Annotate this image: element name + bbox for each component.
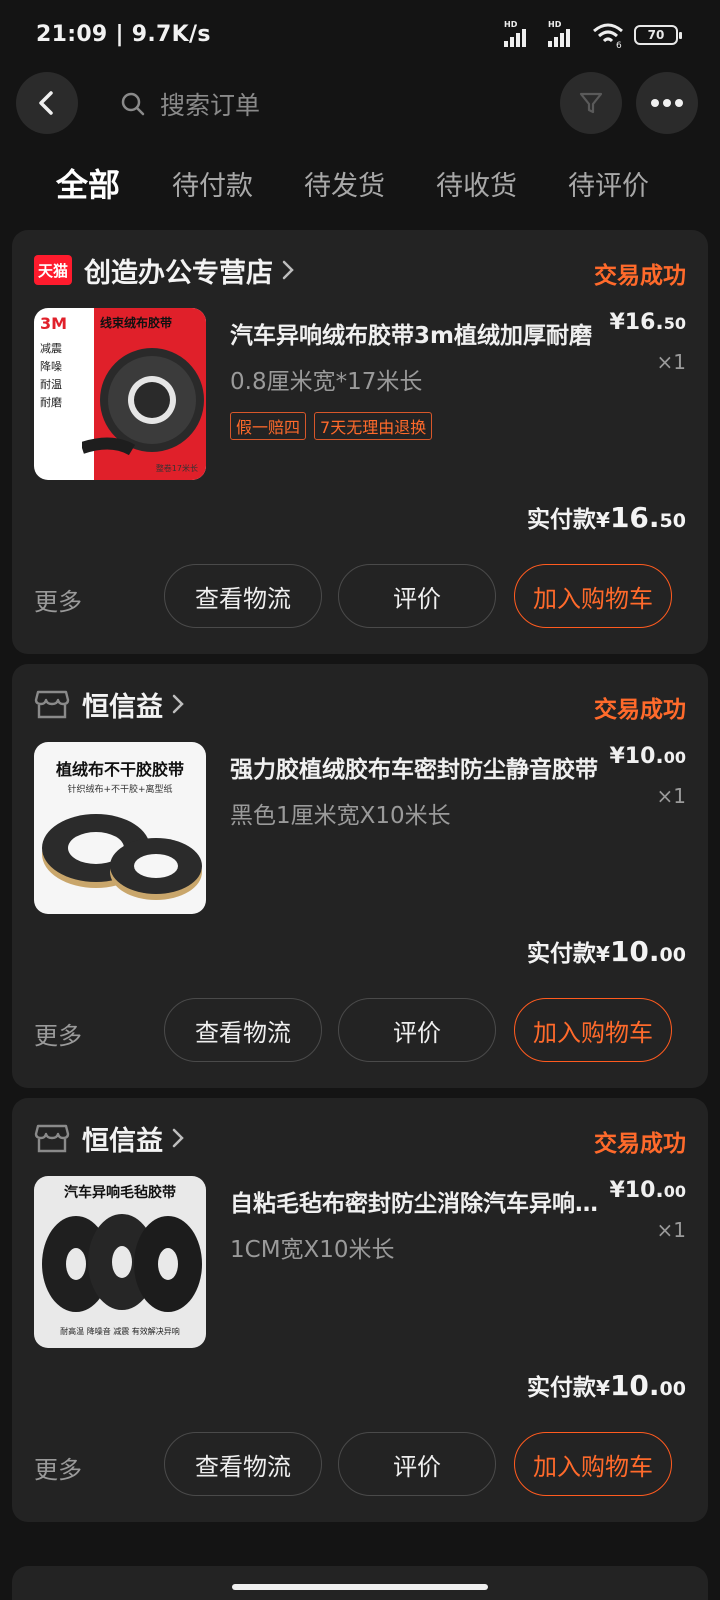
more-dots-icon [651,99,683,107]
tape-roll-graphic [42,1214,202,1312]
view-logistics-button[interactable]: 查看物流 [164,998,322,1062]
store-name: 创造办公专营店 [84,257,273,289]
wifi-icon: 6 [593,23,623,48]
product-image[interactable]: 汽车异响毛毡胶带 耐高温 降噪音 减震 有效解决异响 [34,1176,206,1348]
search-input[interactable]: 搜索订单 [120,86,540,122]
paid-amount: 实付款 ¥10. 00 [527,1369,686,1402]
store-link[interactable]: 天猫 创造办公专营店 [34,250,295,290]
view-logistics-button[interactable]: 查看物流 [164,564,322,628]
order-status: 交易成功 [594,263,686,289]
product-title[interactable]: 汽车异响绒布胶带3m植绒加厚耐磨 [230,316,610,350]
add-to-cart-button[interactable]: 加入购物车 [514,1432,672,1496]
product-spec: 1CM宽X10米长 [230,1237,395,1263]
tab-all[interactable]: 全部 [56,160,120,206]
product-image[interactable]: 植绒布不干胶胶带 针织绒布+不干胶+离型纸 [34,742,206,914]
status-icons: HD HD 6 70 [504,20,682,48]
product-title[interactable]: 自粘毛毡布密封防尘消除汽车异响胶带 [230,1184,610,1218]
store-link[interactable]: 恒信益 [34,684,185,724]
tab-pending-shipment[interactable]: 待发货 [304,164,385,203]
quantity: ×1 [656,1218,686,1242]
more-link[interactable]: 更多 [34,1016,82,1051]
tab-pending-payment[interactable]: 待付款 [172,164,253,203]
product-title[interactable]: 强力胶植绒胶布车密封防尘静音胶带 [230,750,610,784]
product-tags: 假一赔四 7天无理由退换 [230,412,433,440]
filter-icon [579,92,603,114]
order-card: 天猫 创造办公专营店 交易成功 3M 线束绒布胶带 减震 降噪 耐温 耐磨 整卷… [12,230,708,654]
order-status: 交易成功 [594,1131,686,1157]
paid-amount: 实付款 ¥10. 00 [527,935,686,968]
tab-pending-receipt[interactable]: 待收货 [436,164,517,203]
store-name: 恒信益 [82,1125,163,1157]
signal-icon: HD [504,20,538,47]
search-icon [121,92,145,116]
more-options-button[interactable] [636,72,698,134]
review-button[interactable]: 评价 [338,564,496,628]
product-spec: 0.8厘米宽*17米长 [230,369,423,395]
store-icon [34,690,70,719]
add-to-cart-button[interactable]: 加入购物车 [514,564,672,628]
unit-price: ¥16.50 [609,310,686,335]
more-link[interactable]: 更多 [34,1450,82,1485]
chevron-right-icon [281,259,295,281]
store-icon [34,1124,70,1153]
status-time: 21:09 | 9.7K/s [36,22,211,47]
review-button[interactable]: 评价 [338,998,496,1062]
paid-amount: 实付款 ¥16. 50 [527,501,686,534]
back-button[interactable] [16,72,78,134]
product-spec: 黑色1厘米宽X10米长 [230,803,451,829]
search-placeholder: 搜索订单 [160,91,261,120]
image-brand-text: 3M [40,314,68,333]
store-name: 恒信益 [82,691,163,723]
back-arrow-icon [39,91,53,115]
tape-roll-graphic [42,814,202,900]
image-banner-text: 线束绒布胶带 [100,316,173,330]
chevron-right-icon [171,1127,185,1149]
product-image[interactable]: 3M 线束绒布胶带 减震 降噪 耐温 耐磨 整卷17米长 [34,308,206,480]
unit-price: ¥10.00 [609,1178,686,1203]
svg-text:6: 6 [616,41,622,48]
order-tabs: 全部 待付款 待发货 待收货 待评价 [0,164,720,220]
tape-roll-graphic [82,348,204,456]
chevron-right-icon [171,693,185,715]
order-status: 交易成功 [594,697,686,723]
order-card: 恒信益 交易成功 植绒布不干胶胶带 针织绒布+不干胶+离型纸 强力胶植绒胶布车密… [12,664,708,1088]
status-bar: 21:09 | 9.7K/s HD HD 6 70 [0,0,720,72]
tag-7day-return: 7天无理由退换 [314,412,433,440]
order-card: 恒信益 交易成功 汽车异响毛毡胶带 耐高温 降噪音 减震 有效解决异响 自粘毛毡… [12,1098,708,1522]
unit-price: ¥10.00 [609,744,686,769]
tab-pending-review[interactable]: 待评价 [568,164,649,203]
store-link[interactable]: 恒信益 [34,1118,185,1158]
tag-fake-compensation: 假一赔四 [230,412,307,440]
review-button[interactable]: 评价 [338,1432,496,1496]
more-link[interactable]: 更多 [34,582,82,617]
add-to-cart-button[interactable]: 加入购物车 [514,998,672,1062]
quantity: ×1 [656,350,686,374]
order-card-peek [12,1566,708,1600]
battery-icon: 70 [634,25,682,45]
view-logistics-button[interactable]: 查看物流 [164,1432,322,1496]
signal-icon-2: HD [548,20,582,47]
tmall-badge: 天猫 [34,255,72,285]
filter-button[interactable] [560,72,622,134]
quantity: ×1 [656,784,686,808]
home-indicator[interactable] [232,1584,488,1590]
top-bar: 搜索订单 [0,72,720,136]
